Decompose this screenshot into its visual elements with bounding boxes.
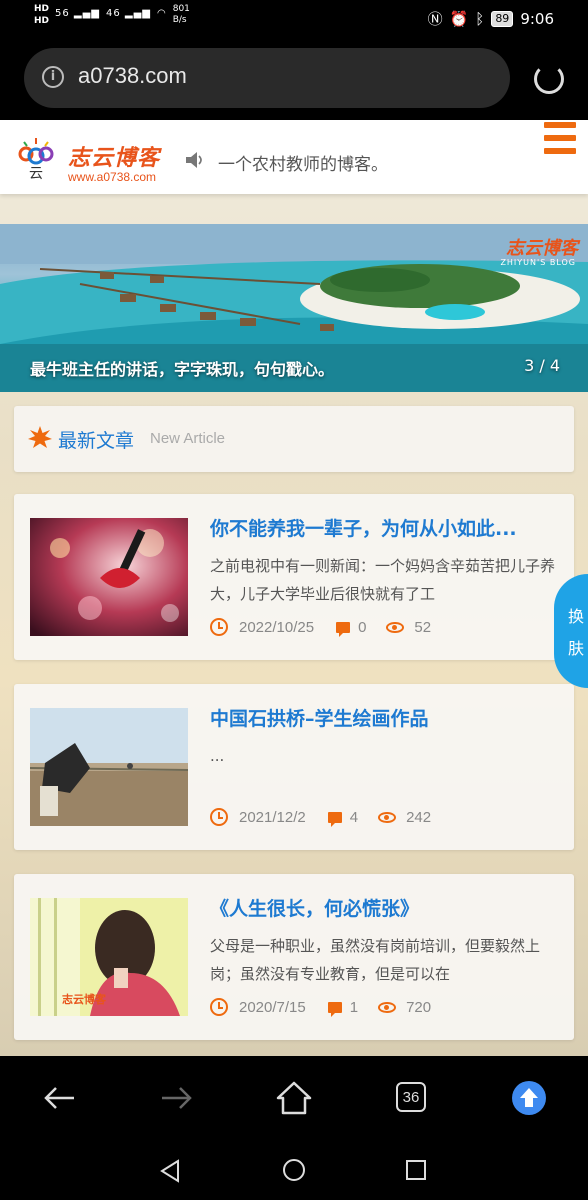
article-excerpt: 之前电视中有一则新闻：一个妈妈含辛茹苦把儿子养大，儿子大学毕业后很快就有了工	[210, 557, 555, 603]
article-comments: 4	[349, 808, 359, 826]
wifi-icon: ◠	[156, 8, 167, 19]
forward-arrow-icon[interactable]	[156, 1078, 196, 1118]
logo-icon[interactable]: 云	[12, 136, 60, 180]
home-icon[interactable]	[274, 1078, 314, 1118]
banner-watermark-title: 志云博客	[506, 238, 578, 259]
nav-home-icon[interactable]	[281, 1157, 307, 1183]
status-bar: HD HD 56 ▂▄▆ 46 ▂▄▆ ◠ 801 B/s Ⓝ ⏰ ᛒ 89 9…	[0, 0, 588, 36]
article-date: 2020/7/15	[239, 998, 306, 1016]
hd-badge-1: HD	[34, 4, 50, 14]
alarm-icon: ⏰	[449, 9, 469, 28]
nav-back-icon[interactable]	[158, 1158, 184, 1184]
address-bar[interactable]: i a0738.com	[24, 48, 510, 108]
android-nav-bar	[0, 1140, 588, 1200]
banner-slider[interactable]: 志云博客 ZHIYUN'S BLOG 最牛班主任的讲话，字字珠玑，句句戳心。 3…	[0, 224, 588, 392]
svg-text:志云博客: 志云博客	[62, 992, 107, 1006]
battery-indicator: 89	[491, 10, 514, 27]
article-thumbnail[interactable]	[30, 518, 188, 636]
speaker-icon	[186, 152, 202, 168]
nfc-icon: Ⓝ	[427, 10, 443, 28]
reload-icon[interactable]	[534, 64, 564, 94]
browser-toolbar: 36	[0, 1056, 588, 1140]
skin-switch-char-1: 换	[567, 607, 584, 626]
logo-title[interactable]: 志云博客	[68, 140, 160, 172]
article-meta: 2021/12/2 4 242	[210, 808, 432, 827]
network-speed: 801 B/s	[172, 4, 190, 25]
svg-text:云: 云	[29, 166, 43, 180]
tabs-count-button[interactable]: 36	[396, 1082, 426, 1112]
article-date: 2022/10/25	[239, 618, 315, 636]
comment-icon	[327, 811, 342, 827]
clock-icon	[210, 998, 228, 1016]
upload-arrow-icon[interactable]	[512, 1081, 546, 1115]
banner-counter: 3 / 4	[524, 356, 560, 375]
article-thumbnail[interactable]: 志云博客	[30, 898, 188, 1016]
eye-icon	[386, 621, 405, 633]
article-card[interactable]: 你不能养我一辈子，为何从小如此... 之前电视中有一则新闻：一个妈妈含辛茹苦把儿…	[14, 494, 574, 660]
banner-caption[interactable]: 最牛班主任的讲话，字字珠玑，句句戳心。	[30, 356, 334, 380]
article-date: 2021/12/2	[239, 808, 306, 826]
eye-icon	[378, 811, 397, 823]
info-icon[interactable]: i	[42, 66, 64, 88]
hamburger-menu-icon[interactable]	[544, 120, 576, 154]
article-comments: 1	[349, 998, 359, 1016]
section-title: 最新文章	[58, 430, 135, 452]
skin-switch-button[interactable]: 换 肤	[554, 574, 588, 688]
article-meta: 2020/7/15 1 720	[210, 998, 432, 1017]
latest-articles-header: 最新文章 New Article	[14, 406, 574, 472]
comment-icon	[336, 621, 351, 637]
article-views: 720	[406, 998, 432, 1016]
article-comments: 0	[358, 618, 367, 636]
signal-1: 56 ▂▄▆	[55, 8, 100, 19]
article-thumbnail[interactable]	[30, 708, 188, 826]
article-card[interactable]: 志云博客 《人生很长，何必慌张》 父母是一种职业，虽然没有岗前培训，但要毅然上岗…	[14, 874, 574, 1040]
article-title[interactable]: 《人生很长，何必慌张》	[210, 894, 555, 921]
eye-icon	[378, 1001, 397, 1013]
section-subtitle: New Article	[150, 430, 226, 447]
comment-icon	[327, 1001, 342, 1017]
nav-recents-icon[interactable]	[404, 1158, 428, 1182]
hd-badge-2: HD	[34, 16, 50, 26]
logo-url[interactable]: www.a0738.com	[68, 170, 156, 184]
article-views: 242	[406, 808, 432, 826]
skin-switch-char-2: 肤	[567, 639, 584, 658]
article-card[interactable]: 中国石拱桥–学生绘画作品 ... 2021/12/2 4 242	[14, 684, 574, 850]
clock-time: 9:06	[520, 9, 554, 28]
signal-2: 46 ▂▄▆	[106, 8, 151, 19]
article-excerpt: ...	[210, 747, 225, 765]
article-title[interactable]: 中国石拱桥–学生绘画作品	[210, 704, 555, 731]
article-title[interactable]: 你不能养我一辈子，为何从小如此...	[210, 514, 555, 541]
article-views: 52	[414, 618, 432, 636]
back-arrow-icon[interactable]	[40, 1078, 80, 1118]
banner-watermark-sub: ZHIYUN'S BLOG	[500, 258, 576, 267]
burst-icon	[28, 426, 52, 448]
site-tagline: 一个农村教师的博客。	[218, 155, 388, 175]
web-page: 云 志云博客 www.a0738.com 一个农村教师的博客。 志云博客 ZHI…	[0, 120, 588, 1056]
article-meta: 2022/10/25 0 52	[210, 618, 432, 637]
bluetooth-icon: ᛒ	[475, 9, 485, 28]
clock-icon	[210, 808, 228, 826]
site-header: 云 志云博客 www.a0738.com 一个农村教师的博客。	[0, 120, 588, 194]
browser-address-area: i a0738.com	[0, 36, 588, 120]
url-text[interactable]: a0738.com	[78, 63, 187, 89]
clock-icon	[210, 618, 228, 636]
article-excerpt: 父母是一种职业，虽然没有岗前培训，但要毅然上岗；虽然没有专业教育，但是可以在	[210, 937, 541, 983]
